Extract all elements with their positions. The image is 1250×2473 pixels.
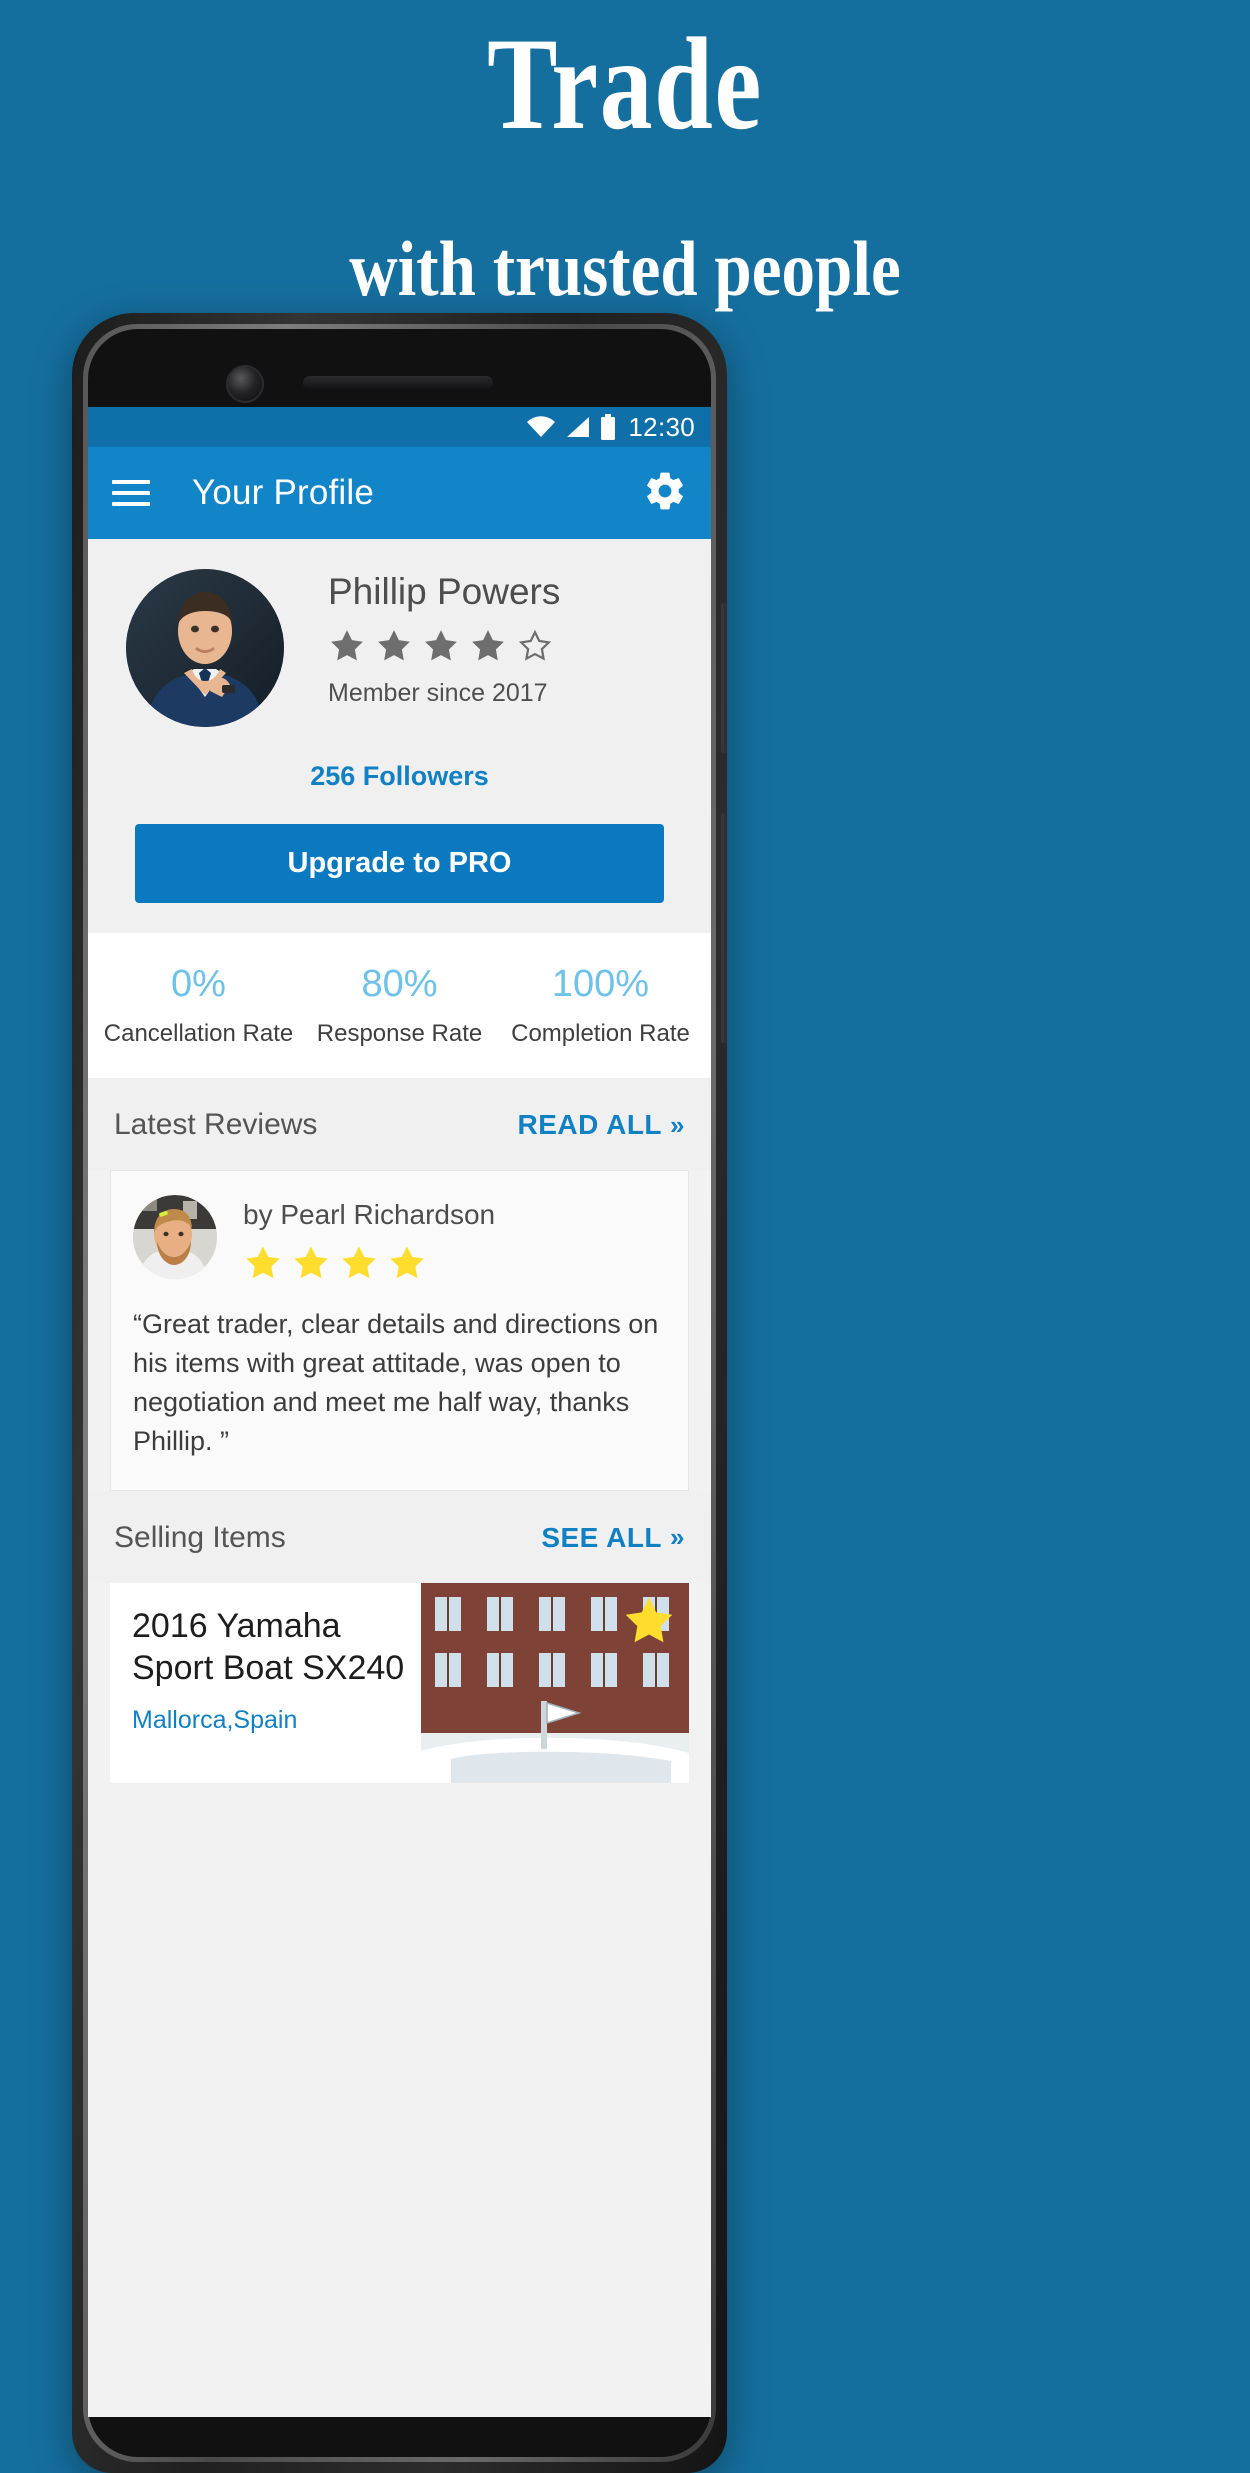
chevron-right-icon: »	[670, 1109, 685, 1140]
star-icon	[331, 630, 363, 661]
upgrade-to-pro-button[interactable]: Upgrade to PRO	[135, 824, 664, 903]
section-title-selling: Selling Items	[114, 1520, 286, 1554]
hero-section: Trade with trusted people	[0, 0, 1250, 310]
latest-reviews-header: Latest Reviews READ ALL »	[88, 1078, 711, 1170]
phone-face: 12:30 Your Profile Phillip Powers Member…	[88, 329, 711, 2457]
section-title-reviews: Latest Reviews	[114, 1108, 318, 1141]
member-since: Member since 2017	[328, 679, 548, 707]
selling-item-location: Mallorca,Spain	[132, 1705, 298, 1734]
profile-card: Phillip Powers Member since 2017 256 Fol…	[88, 539, 711, 933]
hamburger-icon[interactable]	[112, 480, 150, 506]
star-icon	[246, 1246, 280, 1279]
stat-value: 0%	[171, 963, 226, 1005]
star-icon	[390, 1246, 424, 1279]
battery-icon	[601, 414, 616, 440]
star-icon	[472, 630, 504, 661]
star-icon	[294, 1246, 328, 1279]
page-title: Trade	[487, 10, 763, 157]
review-rating	[243, 1243, 495, 1283]
star-badge-icon	[621, 1593, 677, 1654]
front-camera-icon	[226, 365, 264, 403]
earpiece-speaker	[303, 376, 493, 390]
review-card[interactable]: by Pearl Richardson “Great trader, clear…	[110, 1170, 689, 1491]
selling-items-header: Selling Items SEE ALL »	[88, 1490, 711, 1583]
stat-label: Cancellation Rate	[103, 1020, 294, 1047]
chevron-right-icon: »	[670, 1522, 685, 1553]
phone-device: 12:30 Your Profile Phillip Powers Member…	[72, 313, 727, 2473]
read-all-label: READ ALL	[517, 1109, 663, 1140]
followers-link[interactable]: 256 Followers	[112, 761, 687, 792]
stat-value: 80%	[361, 963, 438, 1005]
stat-completion-rate: 100% Completion Rate	[500, 963, 701, 1048]
star-icon	[342, 1246, 376, 1279]
stat-response-rate: 80% Response Rate	[299, 963, 500, 1048]
wifi-icon	[527, 416, 556, 437]
profile-name: Phillip Powers	[328, 571, 561, 612]
see-all-link[interactable]: SEE ALL »	[541, 1522, 685, 1554]
selling-item-card[interactable]: 2016 Yamaha Sport Boat SX240 Mallorca,Sp…	[110, 1582, 689, 1783]
volume-button[interactable]	[721, 603, 727, 753]
status-time: 12:30	[628, 411, 695, 442]
profile-rating	[328, 627, 687, 665]
stat-value: 100%	[551, 963, 650, 1005]
signal-icon	[567, 417, 590, 437]
phone-screen: 12:30 Your Profile Phillip Powers Member…	[88, 407, 711, 2417]
see-all-label: SEE ALL	[541, 1521, 663, 1553]
gear-icon[interactable]	[643, 469, 687, 518]
selling-item-title: 2016 Yamaha Sport Boat SX240	[132, 1606, 405, 1688]
avatar	[126, 569, 284, 727]
stats-row: 0% Cancellation Rate 80% Response Rate 1…	[88, 933, 711, 1078]
review-author: by Pearl Richardson	[243, 1199, 496, 1230]
page-subtitle: with trusted people	[349, 225, 901, 312]
read-all-link[interactable]: READ ALL »	[518, 1109, 685, 1141]
stat-label: Response Rate	[316, 1020, 483, 1047]
app-bar: Your Profile	[88, 447, 711, 539]
star-icon	[425, 630, 457, 661]
reviewer-avatar	[133, 1195, 217, 1279]
selling-item-image	[421, 1582, 689, 1783]
power-button[interactable]	[721, 813, 727, 1043]
stat-label: Completion Rate	[511, 1020, 690, 1047]
app-bar-title: Your Profile	[192, 473, 375, 512]
profile-info: Phillip Powers Member since 2017	[284, 565, 687, 708]
status-bar: 12:30	[88, 407, 711, 447]
star-outline-icon	[518, 629, 552, 661]
star-icon	[378, 630, 410, 661]
review-text: “Great trader, clear details and directi…	[133, 1309, 659, 1457]
stat-cancellation-rate: 0% Cancellation Rate	[98, 963, 299, 1048]
